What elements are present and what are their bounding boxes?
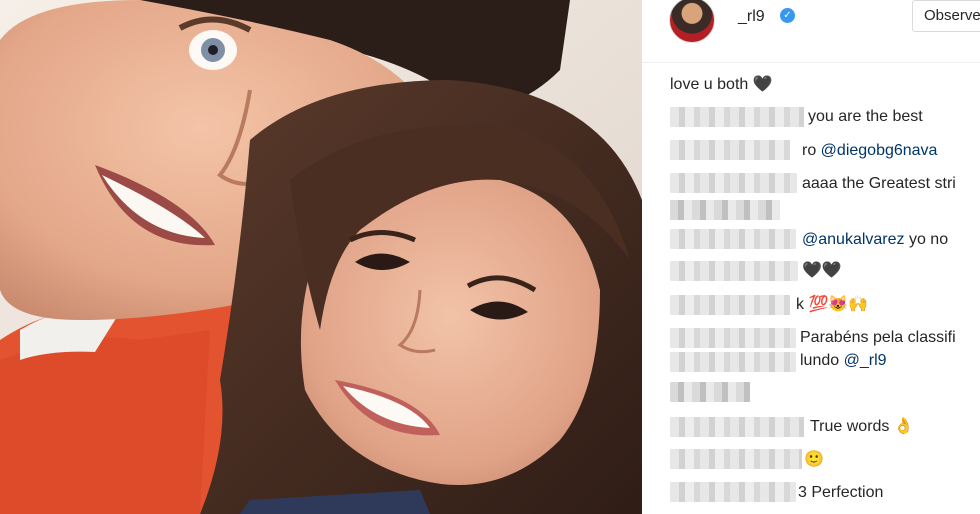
username[interactable]: _rl9 <box>738 8 765 26</box>
comment-text: love u both 🖤 <box>670 76 773 93</box>
blurred-username <box>670 140 790 160</box>
verified-badge-icon: ✓ <box>780 8 795 23</box>
comment-text: ro <box>802 142 821 159</box>
avatar[interactable] <box>669 0 715 43</box>
comment-item: k 💯😻🙌 <box>796 294 868 316</box>
blurred-username <box>670 482 796 502</box>
mention-link[interactable]: @_rl9 <box>844 352 887 369</box>
post-photo[interactable] <box>0 0 642 514</box>
comment-item: True words 👌 <box>810 416 914 438</box>
follow-button[interactable]: Observe <box>912 0 980 32</box>
blurred-username <box>670 328 796 348</box>
comment-item: Parabéns pela classifi <box>800 327 956 349</box>
mention-link[interactable]: @anukalvarez <box>802 231 905 248</box>
comment-text: Parabéns pela classifi <box>800 329 956 346</box>
comments-panel: _rl9 ✓ Observe love u both 🖤 you are the… <box>642 0 980 514</box>
comment-item: ro @diegobg6nava <box>802 140 937 162</box>
comment-text: 🖤🖤 <box>802 262 842 279</box>
blurred-username <box>670 261 798 281</box>
comment-text: you are the best <box>808 108 923 125</box>
comment-item: you are the best <box>808 106 923 128</box>
blurred-username <box>670 417 804 437</box>
blurred-text <box>670 352 796 372</box>
blurred-text <box>670 200 780 220</box>
comment-text: True words 👌 <box>810 418 914 435</box>
comment-item: 3 Perfection <box>798 482 883 504</box>
comment-item: aaaa the Greatest stri <box>802 173 956 195</box>
comment-item: lundo @_rl9 <box>800 350 887 372</box>
comment-item: love u both 🖤 <box>670 74 773 96</box>
blurred-username <box>670 107 804 127</box>
blurred-username <box>670 173 797 193</box>
comment-text: 3 Perfection <box>798 484 884 501</box>
comment-text: yo no <box>904 231 949 248</box>
mention-link[interactable]: @diegobg6nava <box>821 142 938 159</box>
comment-text: k 💯😻🙌 <box>796 296 869 313</box>
blurred-username <box>670 229 796 249</box>
comment-text: 🙂 <box>804 451 824 468</box>
blurred-username <box>670 295 790 315</box>
comment-item: @anukalvarez yo no <box>802 229 948 251</box>
comment-item: 🙂 <box>804 449 824 471</box>
comment-text: lundo <box>800 352 844 369</box>
blurred-text <box>670 382 750 402</box>
comment-item: 🖤🖤 <box>802 260 842 282</box>
comment-text: aaaa the Greatest stri <box>802 175 956 192</box>
selfie-image <box>0 0 642 514</box>
blurred-username <box>670 449 802 469</box>
post-header: _rl9 ✓ Observe <box>642 0 980 63</box>
